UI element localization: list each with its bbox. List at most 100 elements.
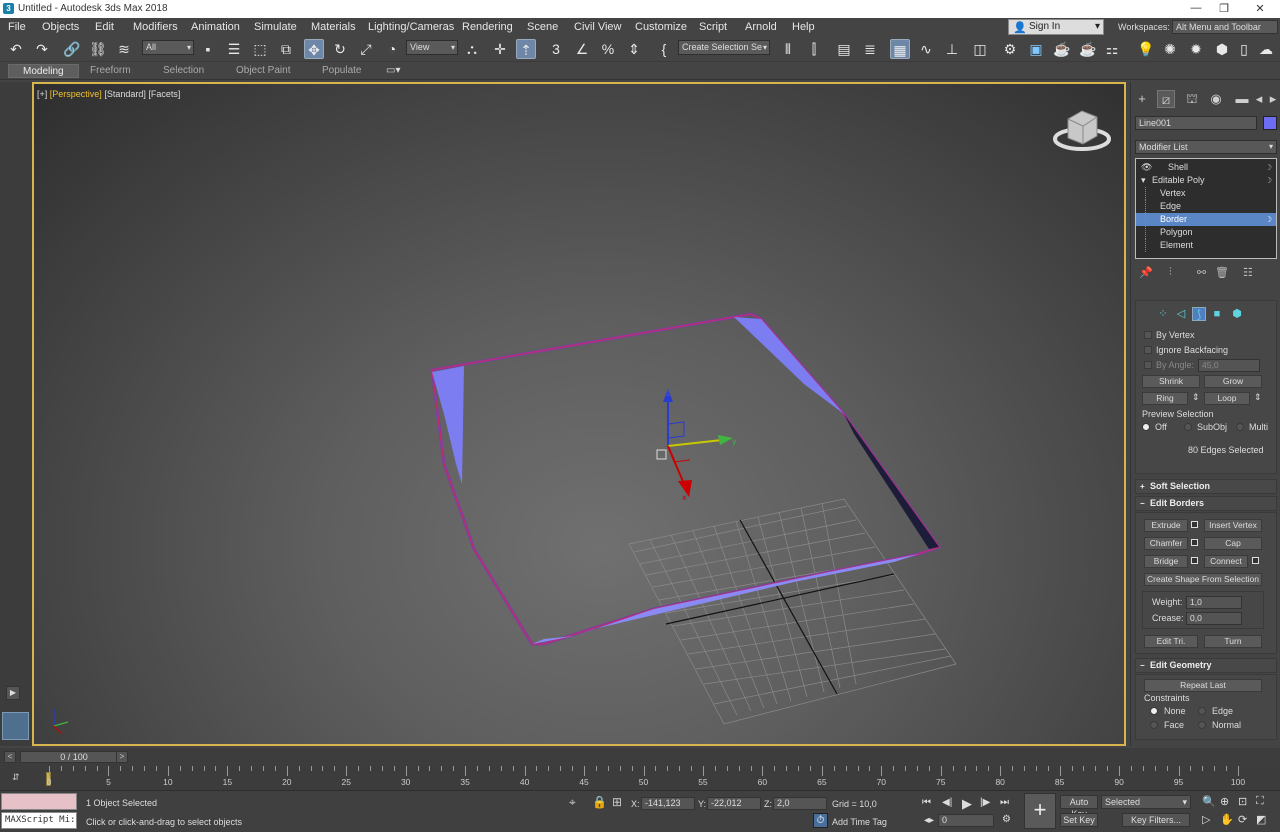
time-tag-icon[interactable]: ⏱ <box>813 813 828 828</box>
turn-button[interactable]: Turn <box>1204 635 1262 648</box>
minimize-button[interactable]: — <box>1186 2 1206 14</box>
orbit-icon[interactable]: ⟳ <box>1238 813 1247 826</box>
angle-snap-icon[interactable]: ∠ <box>572 39 592 59</box>
select-move-icon[interactable]: ✥ <box>304 39 324 59</box>
tab-selection[interactable]: Selection <box>163 64 204 78</box>
rectangular-selection-icon[interactable]: ⬚ <box>250 39 270 59</box>
show-end-result-icon[interactable]: ⫶ <box>1169 266 1172 279</box>
snaps-toggle-icon[interactable]: 3 <box>546 39 566 59</box>
zoom-all-icon[interactable]: ⊕ <box>1220 795 1229 808</box>
unlink-icon[interactable]: ⛓ <box>88 39 108 59</box>
light-bulb-icon[interactable]: ☽ <box>1265 213 1272 226</box>
stack-item-vertex[interactable]: Vertex <box>1136 187 1276 200</box>
zoom-extents-all-icon[interactable]: ⛶ <box>1256 795 1264 808</box>
selection-lock-icon[interactable]: 🔒 <box>592 795 607 809</box>
crease-spinner[interactable]: 0,0 <box>1186 612 1242 625</box>
extrude-settings-icon[interactable] <box>1191 521 1198 528</box>
select-scale-icon[interactable]: ⤢ <box>356 39 376 59</box>
tab-modeling[interactable]: Modeling <box>8 64 79 78</box>
workspace-select[interactable]: Alt Menu and Toolbar <box>1172 20 1278 34</box>
panel-icon[interactable]: ▯ <box>1234 39 1254 59</box>
constraint-none-radio[interactable] <box>1150 707 1158 715</box>
create-tab-icon[interactable]: + <box>1133 90 1151 108</box>
light-bulb-icon[interactable]: ☽ <box>1265 161 1272 174</box>
percent-snap-icon[interactable]: % <box>598 39 618 59</box>
z-coord-field[interactable]: 2,0 <box>773 797 827 810</box>
constraint-face-radio[interactable] <box>1150 721 1158 729</box>
restore-button[interactable]: ❐ <box>1214 2 1234 15</box>
tab-freeform[interactable]: Freeform <box>90 64 131 78</box>
menu-materials[interactable]: Materials <box>311 21 356 33</box>
by-angle-checkbox[interactable] <box>1144 361 1152 369</box>
time-slider[interactable]: < 0 / 100 > <box>0 748 1280 766</box>
link-icon[interactable]: 🔗 <box>62 39 82 59</box>
ignore-backfacing-checkbox[interactable] <box>1144 346 1152 354</box>
preview-subobj-radio[interactable] <box>1184 423 1192 431</box>
zoom-icon[interactable]: 🔍 <box>1202 795 1216 808</box>
chamfer-settings-icon[interactable] <box>1191 539 1198 546</box>
scroll-right-icon[interactable]: ▸ <box>1267 90 1279 108</box>
bridge-settings-icon[interactable] <box>1191 557 1198 564</box>
y-coord-field[interactable]: -22,012 <box>707 797 761 810</box>
select-by-name-icon[interactable]: ☰ <box>224 39 244 59</box>
next-frame-icon[interactable]: > <box>116 751 128 763</box>
modify-tab-icon[interactable]: ⧄ <box>1157 90 1175 108</box>
bridge-button[interactable]: Bridge <box>1144 555 1188 568</box>
layer-explorer-icon[interactable]: ≣ <box>860 39 880 59</box>
toggle-ribbon-icon[interactable]: ▦ <box>890 39 910 59</box>
set-key-button[interactable]: Set Key <box>1060 813 1098 827</box>
display-tab-icon[interactable]: ▬ <box>1233 90 1251 108</box>
vertex-mode-icon[interactable]: ⁘ <box>1156 307 1170 321</box>
spinner-snap-icon[interactable]: ⇕ <box>624 39 644 59</box>
auto-key-button[interactable]: Auto Key <box>1060 795 1098 819</box>
render-iterative-icon[interactable]: ☕ <box>1078 39 1098 59</box>
manipulate-icon[interactable]: ✛ <box>490 39 510 59</box>
ring-spinner-icon[interactable]: ⇕ <box>1192 392 1200 403</box>
edge-mode-icon[interactable]: ◁ <box>1174 307 1188 321</box>
collapse-arrow-icon[interactable]: ▾ <box>1141 174 1146 187</box>
constraint-normal-radio[interactable] <box>1198 721 1206 729</box>
curve-editor-icon[interactable]: ∿ <box>916 39 936 59</box>
pivot-center-icon[interactable]: ⛬ <box>462 39 482 59</box>
connect-settings-icon[interactable] <box>1252 557 1259 564</box>
object-name-field[interactable]: Line001 <box>1135 116 1257 130</box>
rendered-frame-window-icon[interactable]: ▣ <box>1026 39 1046 59</box>
loop-button[interactable]: Loop <box>1204 392 1250 405</box>
stack-item-shell[interactable]: 👁 Shell ☽ <box>1136 161 1276 174</box>
track-bar-toggle-icon[interactable]: ⇵ <box>12 772 20 783</box>
track-bar[interactable]: ⇵ 0 5 10 15 20 25 30 35 40 45 50 55 60 65 70 75 80 85 90 95… <box>0 766 1280 790</box>
viewcube-icon[interactable] <box>1053 110 1111 151</box>
make-unique-icon[interactable]: ⚯ <box>1197 266 1206 279</box>
edit-tri-button[interactable]: Edit Tri. <box>1144 635 1198 648</box>
soft-selection-rollout-header[interactable]: + Soft Selection <box>1135 479 1277 494</box>
modifier-list-select[interactable]: Modifier List ▾ <box>1135 140 1277 154</box>
previous-frame-icon[interactable]: ◀| <box>942 797 952 808</box>
sun-icon[interactable]: ✺ <box>1160 39 1180 59</box>
render-production-icon[interactable]: ☕ <box>1052 39 1072 59</box>
isolate-selection-icon[interactable]: ⌖ <box>569 795 576 810</box>
menu-modifiers[interactable]: Modifiers <box>133 21 178 33</box>
remove-modifier-icon[interactable]: 🗑 <box>1215 266 1229 279</box>
teapot-icon[interactable]: ☁ <box>1256 39 1276 59</box>
render-cloud-icon[interactable]: ⚏ <box>1102 39 1122 59</box>
viewport-layout-icon[interactable] <box>2 712 29 740</box>
sign-in-dropdown[interactable]: 👤 Sign In ▾ <box>1008 19 1104 35</box>
close-button[interactable]: ✕ <box>1250 2 1270 15</box>
object-color-swatch[interactable] <box>1263 116 1277 130</box>
pin-stack-icon[interactable]: 📌 <box>1139 266 1153 279</box>
keyboard-shortcut-override-icon[interactable]: ⇡ <box>516 39 536 59</box>
window-crossing-icon[interactable]: ⧉ <box>276 39 296 59</box>
tab-object-paint[interactable]: Object Paint <box>236 64 290 78</box>
redo-icon[interactable]: ↷ <box>32 39 52 59</box>
add-time-tag[interactable]: Add Time Tag <box>832 817 887 827</box>
tab-populate[interactable]: Populate <box>322 64 361 78</box>
next-frame-icon[interactable]: |▶ <box>980 797 990 808</box>
edit-borders-rollout-header[interactable]: − Edit Borders <box>1135 496 1277 511</box>
configure-modifier-sets-icon[interactable]: ☷ <box>1243 266 1253 279</box>
absolute-mode-icon[interactable]: ⊞ <box>612 795 622 809</box>
ring-button[interactable]: Ring <box>1142 392 1188 405</box>
undo-icon[interactable]: ↶ <box>6 39 26 59</box>
grow-button[interactable]: Grow <box>1204 375 1262 388</box>
set-keys-button[interactable]: + <box>1024 793 1056 829</box>
menu-simulate[interactable]: Simulate <box>254 21 297 33</box>
